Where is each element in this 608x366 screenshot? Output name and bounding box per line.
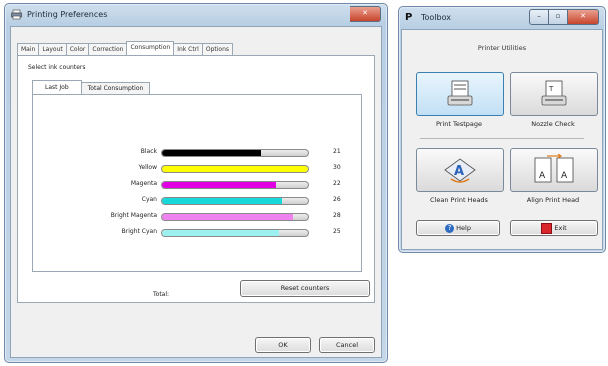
print-testpage-label: Print Testpage [435,120,483,128]
clean-print-heads-label: Clean Print Heads [430,196,488,204]
ink-count-value: 26 [333,196,341,203]
ink-name: Magenta [130,180,157,187]
toolbox-close-button[interactable]: ✕ [568,9,599,25]
ink-row: Bright Cyan 25 [33,227,369,237]
svg-text:A: A [539,171,546,181]
ink-row: Bright Magenta 28 [33,211,369,221]
window-controls: ✕ [350,6,381,22]
ink-level-fill [162,214,294,220]
toolbox-p-icon: P [405,12,413,23]
tab-consumption[interactable]: Consumption [126,41,175,55]
ok-button[interactable]: OK [255,337,311,353]
ink-level-fill [162,150,262,156]
svg-text:T: T [548,85,554,93]
ink-row: Yellow 30 [33,163,369,173]
toolbox-window: P Toolbox – ▫ ✕ Printer Utilities Print … [398,6,606,253]
tab-main[interactable]: Main [17,43,40,55]
toolbox-title: Toolbox [421,13,451,22]
ink-count-value: 21 [333,148,341,155]
ink-row: Magenta 22 [33,179,369,189]
toolbox-title-bar[interactable]: P Toolbox – ▫ ✕ [399,7,605,29]
exit-label: Exit [554,224,567,232]
help-icon: ? [445,223,455,233]
ink-level-fill [162,182,276,188]
dialog-client-area: Main Layout Color Correction Consumption… [10,26,382,358]
ink-level-bar [161,165,309,173]
tab-color[interactable]: Color [65,43,90,55]
ink-name: Cyan [141,196,157,203]
exit-button[interactable]: Exit [510,220,598,236]
ink-count-value: 28 [333,212,341,219]
close-button[interactable]: ✕ [350,6,381,22]
toolbox-window-controls: – ▫ ✕ [529,9,599,25]
ink-name: Black [140,148,157,155]
svg-text:A: A [454,164,464,179]
ink-level-fill [162,166,308,172]
cancel-button[interactable]: Cancel [319,337,375,353]
clean-heads-icon: A [443,155,477,185]
ink-name: Bright Cyan [121,228,157,235]
ink-level-bar [161,213,309,221]
window-title: Printing Preferences [27,10,108,19]
align-head-icon: AA [533,153,575,186]
group-title: Printer Utilities [477,44,527,52]
ink-name: Bright Magenta [110,212,157,219]
help-button[interactable]: ? Help [416,220,500,236]
ink-level-bar [161,197,309,205]
ink-count-value: 25 [333,228,341,235]
tab-correction[interactable]: Correction [88,43,128,55]
ink-count-value: 30 [333,164,341,171]
ink-name: Yellow [138,164,157,171]
section-label: Select ink counters [28,64,86,71]
ink-level-bar [161,229,309,237]
counter-tabs: Last Job Total Consumption [32,80,151,94]
printing-preferences-window: Printing Preferences ✕ Main Layout Color… [4,3,388,363]
ink-level-fill [162,198,282,204]
minimize-button[interactable]: – [529,9,549,25]
tab-layout[interactable]: Layout [38,43,67,55]
toolbox-client-area: Printer Utilities Print Testpage T Nozzl… [401,29,603,250]
clean-print-heads-button[interactable]: A [416,148,504,192]
print-testpage-button[interactable] [416,72,504,116]
title-bar[interactable]: Printing Preferences ✕ [5,4,387,26]
tab-strip: Main Layout Color Correction Consumption… [17,41,233,55]
reset-counters-button[interactable]: Reset counters [240,280,370,297]
tab-last-job[interactable]: Last Job [32,80,82,94]
ink-count-value: 22 [333,180,341,187]
ink-level-bar [161,149,309,157]
tab-options[interactable]: Options [201,43,233,55]
ink-counter-panel: Black 21 Yellow 30 Magenta 22 Cyan 26 Bright Mag… [32,94,362,298]
tab-ink-ctrl[interactable]: Ink Ctrl [173,43,203,55]
testpage-icon [447,79,473,109]
maximize-button[interactable]: ▫ [549,9,568,25]
help-label: Help [456,224,471,232]
ink-row: Black 21 [33,147,369,157]
align-print-head-label: Align Print Head [526,196,580,204]
ink-row: Cyan 26 [33,195,369,205]
ink-level-bar [161,181,309,189]
nozzle-check-icon: T [541,79,567,109]
nozzle-check-button[interactable]: T [510,72,598,116]
svg-text:A: A [561,171,568,181]
align-print-head-button[interactable]: AA [510,148,598,192]
total-label: Total: [153,291,170,298]
ink-level-fill [162,230,279,236]
exit-icon [541,222,553,234]
consumption-panel: Select ink counters Last Job Total Consu… [17,55,375,303]
nozzle-check-label: Nozzle Check [531,120,575,128]
printer-icon [11,9,22,20]
separator [420,138,584,139]
tab-total-consumption[interactable]: Total Consumption [80,82,151,94]
